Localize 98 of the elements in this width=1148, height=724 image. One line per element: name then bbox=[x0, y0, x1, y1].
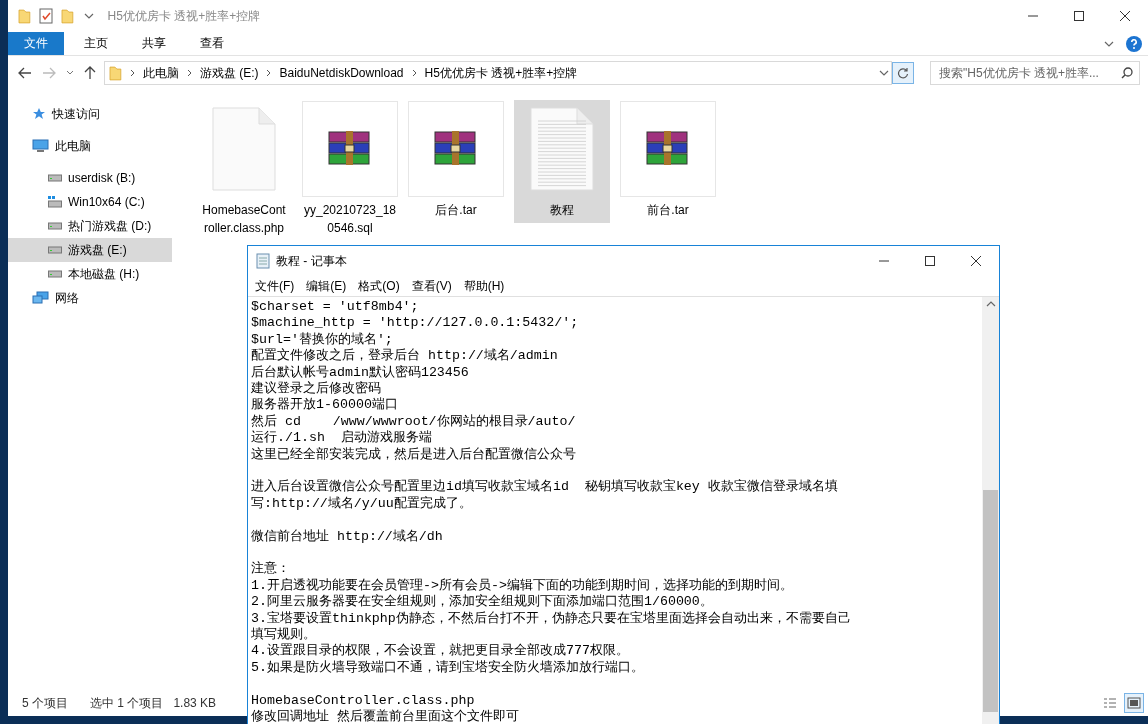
chevron-icon bbox=[266, 69, 272, 77]
chevron-icon bbox=[129, 69, 135, 77]
file-item[interactable]: 教程 bbox=[514, 100, 610, 223]
text-line: 5.如果是防火墙导致端口不通，请到宝塔安全防火墙添加放行端口。 bbox=[251, 659, 645, 677]
text-line: 填写规则。 bbox=[251, 627, 317, 643]
sidebar-item[interactable]: Win10x64 (C:) bbox=[8, 190, 172, 214]
sidebar-item[interactable]: 此电脑 bbox=[8, 134, 172, 158]
breadcrumb-item[interactable]: 此电脑 bbox=[142, 64, 179, 82]
text-line: 进入后台设置微信公众号配置里边id填写收款宝域名id 秘钥填写收款宝key 收款宝微信登录域名填 bbox=[251, 479, 839, 496]
menu-item[interactable]: 文件(F) bbox=[255, 277, 295, 295]
chevron-icon bbox=[186, 69, 192, 77]
caret-icon bbox=[66, 70, 74, 76]
refresh-button[interactable] bbox=[892, 62, 914, 84]
breadcrumb-item[interactable]: BaiduNetdiskDownload bbox=[279, 66, 404, 80]
folder-icon bbox=[60, 8, 74, 24]
window-title: 教程 - 记事本 bbox=[276, 252, 348, 270]
menu-item[interactable]: 查看(V) bbox=[411, 277, 452, 295]
search-icon bbox=[1121, 67, 1133, 79]
list-icon bbox=[1103, 697, 1117, 709]
large-icons-view-button[interactable] bbox=[1124, 693, 1144, 713]
star-icon bbox=[32, 107, 46, 121]
blank-document-icon bbox=[212, 107, 276, 191]
text-line: $charset = 'utf8mb4'; bbox=[251, 299, 420, 316]
file-menu-tab[interactable]: 文件 bbox=[8, 32, 64, 55]
text-line: $url='替换你的域名'; bbox=[251, 331, 394, 348]
forward-arrow-icon bbox=[42, 67, 56, 79]
ribbon-tab[interactable]: 共享 bbox=[130, 32, 178, 55]
menu-item[interactable]: 编辑(E) bbox=[306, 277, 347, 295]
archive-icon bbox=[645, 130, 691, 168]
window-title: H5优优房卡 透视+胜率+控牌 bbox=[107, 7, 262, 25]
text-line: 注意： bbox=[251, 561, 291, 578]
text-line: 这里已经全部安装完成，然后是进入后台配置微信公众号 bbox=[251, 446, 577, 464]
text-line: 微信前台地址 http://域名/dh bbox=[251, 528, 444, 546]
sidebar-item[interactable]: userdisk (B:) bbox=[8, 166, 172, 190]
file-item[interactable]: HomebaseCont roller.class.php bbox=[196, 100, 292, 241]
drive-icon bbox=[48, 196, 62, 208]
sidebar-item[interactable]: 网络 bbox=[8, 286, 172, 310]
scroll-thumb[interactable] bbox=[983, 490, 998, 712]
ribbon-tab[interactable]: 查看 bbox=[188, 32, 236, 55]
address-bar[interactable]: 此电脑 游戏盘 (E:) BaiduNetdiskDownload H5优优房卡 透视+胜率+控牌 bbox=[104, 61, 892, 85]
text-line: 4.设置跟目录的权限，不会设置，就把更目录全部改成777权限。 bbox=[251, 643, 630, 660]
scrollbar[interactable] bbox=[982, 297, 999, 724]
notepad-icon bbox=[256, 253, 270, 269]
menu-item[interactable]: 帮助(H) bbox=[463, 277, 505, 295]
refresh-icon bbox=[897, 67, 909, 79]
file-name: yy_20210723_18 0546.sql bbox=[303, 202, 397, 237]
sidebar-item[interactable]: 快速访问 bbox=[8, 102, 172, 126]
text-line: 服务器开放1-60000端口 bbox=[251, 397, 399, 414]
drive-icon bbox=[48, 222, 62, 230]
text-line: 配置文件修改之后，登录后台 http://域名/admin bbox=[251, 348, 559, 365]
breadcrumb-item[interactable]: 游戏盘 (E:) bbox=[199, 64, 259, 82]
help-icon[interactable] bbox=[1126, 35, 1142, 52]
text-line: 建议登录之后修改密码 bbox=[251, 381, 382, 397]
selection-info: 选中 1 个项目 1.83 KB bbox=[90, 694, 217, 712]
tile-icon bbox=[1127, 697, 1141, 709]
text-line: 2.阿里云服务器要在安全组规则，添加安全组规则下面添加端口范围1/60000。 bbox=[251, 594, 714, 611]
ribbon-tab[interactable]: 主页 bbox=[72, 32, 120, 55]
text-line: 修改回调地址 然后覆盖前台里面这个文件即可 bbox=[251, 709, 520, 724]
archive-icon bbox=[327, 130, 373, 168]
maximize-icon bbox=[1074, 11, 1084, 21]
chevron-icon bbox=[411, 69, 417, 77]
back-arrow-icon bbox=[18, 67, 32, 79]
recent-locations-button[interactable] bbox=[64, 70, 76, 76]
text-document-icon bbox=[530, 107, 594, 191]
file-name: 后台.tar bbox=[435, 202, 477, 219]
sidebar-item[interactable]: 本地磁盘 (H:) bbox=[8, 262, 172, 286]
up-button[interactable] bbox=[82, 66, 98, 80]
breadcrumb-item[interactable]: H5优优房卡 透视+胜率+控牌 bbox=[424, 64, 578, 82]
file-name: 教程 bbox=[550, 202, 574, 219]
back-button[interactable] bbox=[16, 67, 34, 79]
drive-icon bbox=[48, 270, 62, 278]
item-count: 5 个项目 bbox=[22, 694, 68, 712]
file-name: HomebaseCont roller.class.php bbox=[202, 202, 286, 237]
drive-icon bbox=[48, 174, 62, 182]
close-icon bbox=[971, 256, 981, 266]
text-line: 1.开启透视功能要在会员管理->所有会员->编辑下面的功能到期时间，选择功能的到期时间。 bbox=[251, 577, 794, 594]
close-icon bbox=[1120, 11, 1130, 21]
sidebar-item[interactable]: 热门游戏盘 (D:) bbox=[8, 214, 172, 238]
maximize-icon bbox=[925, 256, 935, 266]
checklist-icon bbox=[38, 8, 53, 24]
folder-icon bbox=[109, 65, 122, 81]
file-name: 前台.tar bbox=[647, 202, 689, 219]
up-arrow-icon bbox=[84, 66, 96, 80]
text-line: 然后 cd /www/wwwroot/你网站的根目录/auto/ bbox=[251, 413, 577, 430]
archive-icon bbox=[433, 130, 479, 168]
text-line: 写:http://域名/y/uu配置完成了。 bbox=[251, 495, 473, 513]
monitor-icon bbox=[32, 139, 49, 153]
text-line: 运行./1.sh 启动游戏服务端 bbox=[251, 430, 433, 447]
text-line: $machine_http = 'http://127.0.0.1:5432/'; bbox=[251, 315, 580, 332]
text-line: 后台默认帐号admin默认密码123456 bbox=[251, 364, 470, 381]
folder-icon bbox=[18, 8, 31, 24]
network-icon bbox=[32, 291, 49, 305]
drive-icon bbox=[48, 246, 62, 254]
text-line: HomebaseController.class.php bbox=[251, 692, 476, 709]
menu-item[interactable]: 格式(O) bbox=[358, 277, 400, 295]
text-line: 3.宝塔要设置thinkphp伪静态，不然后台打不开，伪静态只要在宝塔里面选择会自动出来，不需要自己 bbox=[251, 610, 852, 627]
sidebar-item[interactable]: 游戏盘 (E:) bbox=[8, 238, 172, 262]
search-field[interactable]: 搜索"H5优优房卡 透视+胜率... bbox=[930, 61, 1140, 85]
